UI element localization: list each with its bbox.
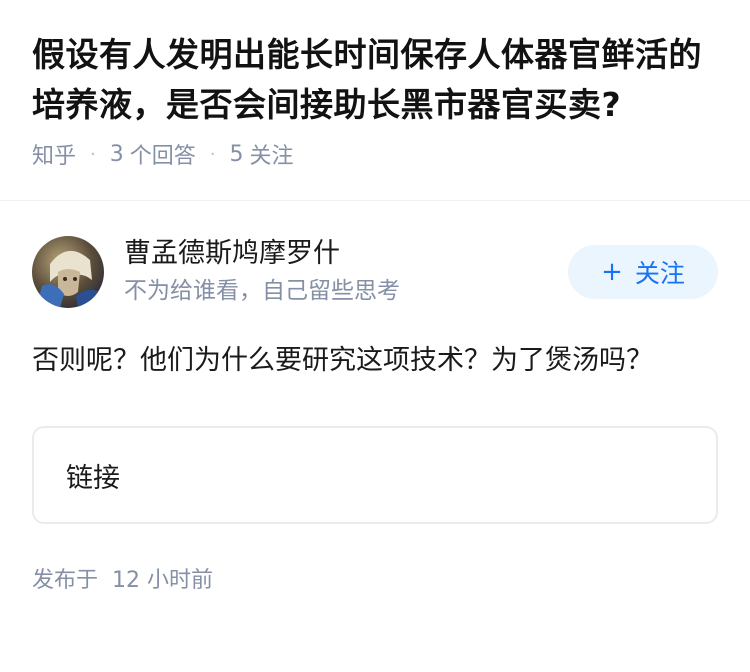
avatar-image <box>32 236 104 308</box>
question-meta: 知乎 · 3 个回答 · 5 关注 <box>32 138 718 170</box>
answer-count-label[interactable]: 个回答 <box>130 138 196 170</box>
publish-prefix: 发布于 <box>32 568 99 593</box>
publish-time-value: 12 小时前 <box>112 568 214 593</box>
answer-count: 3 <box>109 141 124 167</box>
meta-separator: · <box>90 143 96 165</box>
author-info: 曹孟德斯鸠摩罗什 不为给谁看，自己留些思考 <box>124 236 568 308</box>
plus-icon: + <box>601 257 623 287</box>
source-label[interactable]: 知乎 <box>32 138 76 170</box>
question-header: 假设有人发明出能长时间保存人体器官鲜活的培养液，是否会间接助长黑市器官买卖? 知… <box>0 0 750 170</box>
author-name[interactable]: 曹孟德斯鸠摩罗什 <box>124 236 568 272</box>
follow-count-label[interactable]: 关注 <box>250 138 294 170</box>
publish-time: 发布于 12 小时前 <box>32 562 718 594</box>
meta-separator: · <box>209 143 216 165</box>
link-card[interactable]: 链接 <box>32 426 718 524</box>
follow-button[interactable]: + 关注 <box>568 245 718 299</box>
follow-count: 5 <box>229 141 244 167</box>
author-row: 曹孟德斯鸠摩罗什 不为给谁看，自己留些思考 + 关注 <box>32 236 718 308</box>
answer-card: 曹孟德斯鸠摩罗什 不为给谁看，自己留些思考 + 关注 否则呢？他们为什么要研究这… <box>32 236 718 594</box>
question-title[interactable]: 假设有人发明出能长时间保存人体器官鲜活的培养液，是否会间接助长黑市器官买卖? <box>32 30 718 130</box>
follow-button-label: 关注 <box>634 259 685 288</box>
author-bio: 不为给谁看，自己留些思考 <box>124 278 400 304</box>
link-label: 链接 <box>66 462 120 494</box>
page: 假设有人发明出能长时间保存人体器官鲜活的培养液，是否会间接助长黑市器官买卖? 知… <box>0 0 750 672</box>
section-divider <box>0 200 750 201</box>
answer-content: 否则呢？他们为什么要研究这项技术？为了煲汤吗？ <box>32 345 653 376</box>
avatar[interactable] <box>32 236 104 308</box>
